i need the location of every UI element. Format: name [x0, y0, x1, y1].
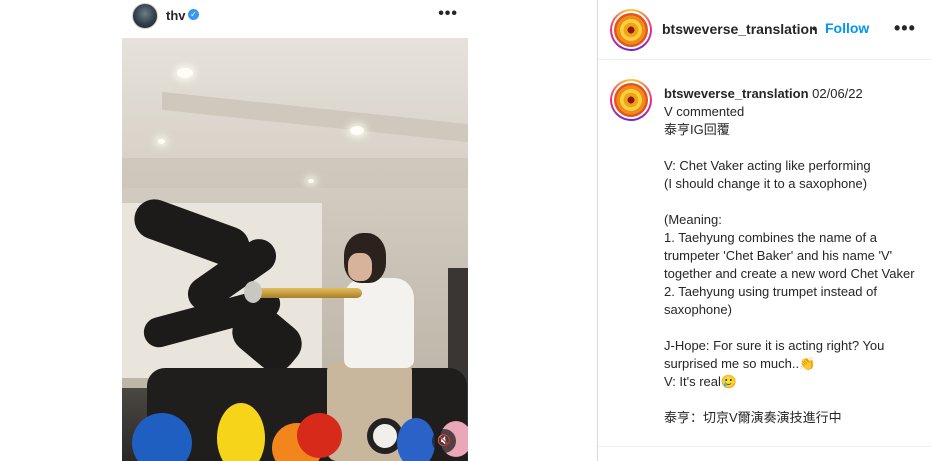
caption-username[interactable]: btsweverse_translation	[664, 86, 809, 101]
author-username[interactable]: btsweverse_translation	[662, 21, 818, 37]
video-player[interactable]: 🔇	[122, 38, 468, 461]
caption-line: V commented	[664, 104, 745, 119]
caption-line: 泰亨：切京V爾演奏演技進行中	[664, 410, 842, 425]
trumpet-bell	[244, 281, 262, 303]
flower-avatar-image	[614, 83, 648, 117]
caption-section: btsweverse_translation 02/06/22 V commen…	[598, 61, 932, 441]
post-header: btsweverse_translation • Follow •••	[598, 0, 932, 60]
verified-badge-icon: ✓	[188, 9, 199, 20]
person-face	[348, 253, 372, 281]
caption-date: 02/06/22	[812, 86, 863, 101]
speaker-muted-icon[interactable]: 🔇	[432, 429, 456, 453]
caption-text: btsweverse_translation 02/06/22 V commen…	[664, 85, 924, 427]
ceiling-light	[350, 126, 364, 135]
caption-line: V: It's real🥲	[664, 374, 738, 389]
instagram-post-view: thv ✓ ••• 🔇 btsweverse_translation • Fol…	[0, 0, 932, 461]
separator-dot: •	[812, 20, 817, 36]
media-header: thv ✓ •••	[122, 0, 468, 34]
avatar[interactable]	[610, 9, 652, 51]
ceiling-light	[158, 139, 165, 144]
caption-line	[664, 319, 924, 337]
more-horizontal-icon[interactable]: •••	[438, 5, 458, 23]
caption-line: (I should change it to a saxophone)	[664, 176, 868, 191]
caption-line: V: Chet Vaker acting like performing	[664, 158, 871, 173]
follow-button[interactable]: Follow	[825, 20, 869, 36]
caption-line: J-Hope: For sure it is acting right? You…	[664, 338, 889, 371]
plush-toy	[297, 413, 342, 458]
plush-toy	[397, 418, 435, 461]
post-detail-panel: btsweverse_translation • Follow ••• btsw…	[597, 0, 932, 461]
caption-line: 2. Taehyung using trumpet instead of sax…	[664, 284, 881, 317]
ceiling-light	[308, 179, 314, 183]
caption-line: (Meaning:	[664, 212, 722, 227]
avatar[interactable]	[132, 3, 158, 29]
caption-line: 1. Taehyung combines the name of a trump…	[664, 230, 915, 281]
avatar[interactable]	[610, 79, 652, 121]
caption-line	[664, 391, 924, 409]
media-username[interactable]: thv	[166, 8, 186, 23]
caption-line	[664, 193, 924, 211]
caption-line: 泰亨IG回覆	[664, 122, 730, 137]
flower-avatar-image	[614, 13, 648, 47]
trumpet	[252, 288, 362, 298]
more-horizontal-icon[interactable]: •••	[894, 18, 916, 39]
ceiling-light	[177, 68, 193, 78]
caption-header: btsweverse_translation 02/06/22	[664, 85, 924, 103]
media-pane: thv ✓ ••• 🔇	[0, 0, 598, 461]
comment-bar	[598, 446, 932, 461]
caption-line	[664, 139, 924, 157]
